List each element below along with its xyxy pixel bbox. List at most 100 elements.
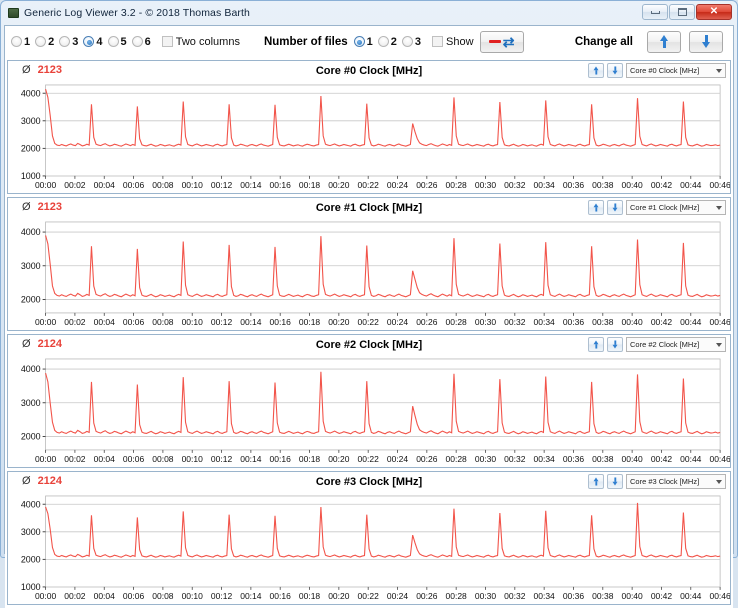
x-tick-label: 00:34 [533, 316, 555, 327]
chart-panel-3: Ø 2124 Core #3 Clock [MHz] Core #3 Clock [M… [7, 470, 731, 605]
svg-text:3000: 3000 [21, 527, 41, 537]
minus-icon [488, 40, 501, 43]
chart-panel-2: Ø 2124 Core #2 Clock [MHz] Core #2 Clock [M… [7, 333, 731, 468]
x-tick-label: 00:10 [181, 316, 203, 327]
chart-panel-0: Ø 2123 Core #0 Clock [MHz] Core #0 Clock [M… [7, 60, 731, 194]
panel-count-radio-2[interactable]: 2 [35, 36, 54, 48]
two-columns-label: Two columns [175, 35, 240, 48]
app-icon [8, 8, 19, 18]
chevron-down-icon [716, 479, 722, 484]
close-button[interactable]: ✕ [696, 4, 732, 20]
arrow-down-icon [612, 477, 618, 486]
chart-panel-header-0: Ø 2123 Core #0 Clock [MHz] Core #0 Clock [M… [8, 61, 730, 81]
chart-panel-header-3: Ø 2124 Core #3 Clock [MHz] Core #3 Clock [M… [8, 472, 730, 492]
chart-panel-header-1: Ø 2123 Core #1 Clock [MHz] Core #1 Clock [M… [8, 198, 730, 218]
arrow-up-icon [593, 66, 599, 75]
window-title: Generic Log Viewer 3.2 - © 2018 Thomas B… [24, 7, 250, 19]
arrow-down-icon [702, 35, 710, 48]
radio-dot-icon [59, 36, 71, 47]
x-tick-label: 00:30 [474, 179, 497, 190]
file-count-label-2: 2 [390, 35, 397, 48]
change-all-down-button[interactable] [689, 30, 723, 53]
panel-down-button-1[interactable] [607, 199, 623, 215]
x-axis-labels-0: 00:00 00:02 00:04 00:06 00:08 00:10 00:12 00:14… [8, 180, 730, 193]
x-tick-label: 00:20 [328, 453, 350, 464]
checkbox-icon [432, 36, 444, 47]
refresh-button[interactable]: ⇄ [479, 30, 524, 53]
radio-dot-icon [83, 36, 95, 47]
minimize-icon [650, 10, 660, 14]
radio-dot-icon [35, 36, 47, 47]
x-tick-label: 00:42 [650, 179, 673, 190]
panel-count-radio-1[interactable]: 1 [11, 36, 30, 48]
x-tick-label: 00:10 [181, 453, 203, 464]
metric-select-value: Core #1 Clock [MHz] [630, 202, 700, 212]
x-tick-label: 00:20 [328, 179, 350, 190]
metric-select-2[interactable]: Core #2 Clock [MHz] [626, 336, 726, 352]
checkbox-icon [161, 36, 173, 47]
x-tick-label: 00:24 [386, 590, 409, 601]
x-tick-label: 00:30 [474, 590, 497, 601]
metric-select-1[interactable]: Core #1 Clock [MHz] [626, 199, 726, 215]
x-tick-label: 00:16 [269, 316, 291, 327]
x-tick-label: 00:08 [152, 316, 174, 327]
x-tick-label: 00:40 [621, 179, 643, 190]
chart-panel-header-2: Ø 2124 Core #2 Clock [MHz] Core #2 Clock [M… [8, 335, 730, 355]
panel-up-button-0[interactable] [588, 63, 604, 78]
two-columns-checkbox[interactable]: Two columns [161, 35, 240, 48]
panel-count-radio-3[interactable]: 3 [59, 36, 78, 48]
file-count-radio-1[interactable]: 1 [353, 36, 373, 48]
minimize-button[interactable] [642, 4, 668, 20]
metric-select-value: Core #3 Clock [MHz] [630, 476, 700, 486]
metric-select-0[interactable]: Core #0 Clock [MHz] [626, 63, 726, 78]
x-tick-label: 00:46 [709, 316, 730, 327]
x-tick-label: 00:02 [64, 453, 86, 464]
x-tick-label: 00:06 [122, 179, 145, 190]
svg-text:1000: 1000 [21, 582, 41, 591]
x-axis-labels-2: 00:00 00:02 00:04 00:06 00:08 00:10 00:12 00:14… [8, 454, 730, 467]
chevron-down-icon [716, 205, 722, 210]
panel-count-label-1: 1 [24, 35, 31, 48]
chart-panel-controls-1: Core #1 Clock [MHz] [588, 199, 726, 215]
panel-count-radio-4[interactable]: 4 [83, 36, 103, 48]
plot-area-2: 2000 3000 4000 [8, 355, 730, 454]
file-count-label-3: 3 [414, 35, 422, 48]
x-axis-labels-3: 00:00 00:02 00:04 00:06 00:08 00:10 00:12 00:14… [8, 591, 730, 604]
x-tick-label: 00:12 [210, 453, 233, 464]
arrow-down-icon [612, 340, 618, 349]
x-tick-label: 00:26 [416, 590, 438, 601]
number-of-files-label: Number of files [263, 35, 348, 48]
panel-up-button-1[interactable] [588, 199, 604, 215]
x-tick-label: 00:08 [152, 590, 174, 601]
svg-text:3000: 3000 [21, 116, 41, 126]
x-tick-label: 00:36 [562, 316, 585, 327]
panel-count-radio-group: 1 2 3 4 5 6 [11, 36, 156, 48]
app-window: Generic Log Viewer 3.2 - © 2018 Thomas B… [0, 0, 738, 608]
maximize-button[interactable] [669, 4, 695, 20]
panel-up-button-2[interactable] [588, 336, 604, 352]
svg-text:2000: 2000 [21, 431, 41, 441]
x-tick-label: 00:36 [562, 179, 585, 190]
x-tick-label: 00:38 [592, 316, 614, 327]
metric-select-3[interactable]: Core #3 Clock [MHz] [626, 473, 726, 489]
maximize-icon [677, 8, 687, 16]
change-all-up-button[interactable] [647, 30, 681, 53]
svg-text:1000: 1000 [21, 171, 41, 180]
x-tick-label: 00:26 [416, 453, 438, 464]
file-count-radio-2[interactable]: 2 [377, 35, 397, 48]
file-count-radio-3[interactable]: 3 [401, 35, 422, 48]
metric-select-value: Core #2 Clock [MHz] [630, 339, 700, 349]
panel-count-radio-5[interactable]: 5 [107, 36, 127, 48]
x-tick-label: 00:18 [298, 590, 321, 601]
panel-down-button-2[interactable] [607, 336, 623, 352]
panel-down-button-3[interactable] [607, 473, 623, 489]
panel-down-button-0[interactable] [607, 63, 623, 78]
show-checkbox[interactable]: Show [432, 36, 474, 48]
x-tick-label: 00:44 [680, 453, 702, 464]
panel-up-button-3[interactable] [588, 473, 604, 489]
x-tick-label: 00:14 [240, 590, 262, 601]
plot-area-0: 1000 2000 3000 4000 [8, 81, 730, 180]
x-tick-label: 00:32 [504, 453, 526, 464]
panel-count-radio-6[interactable]: 6 [131, 36, 151, 48]
x-tick-label: 00:28 [445, 590, 467, 601]
